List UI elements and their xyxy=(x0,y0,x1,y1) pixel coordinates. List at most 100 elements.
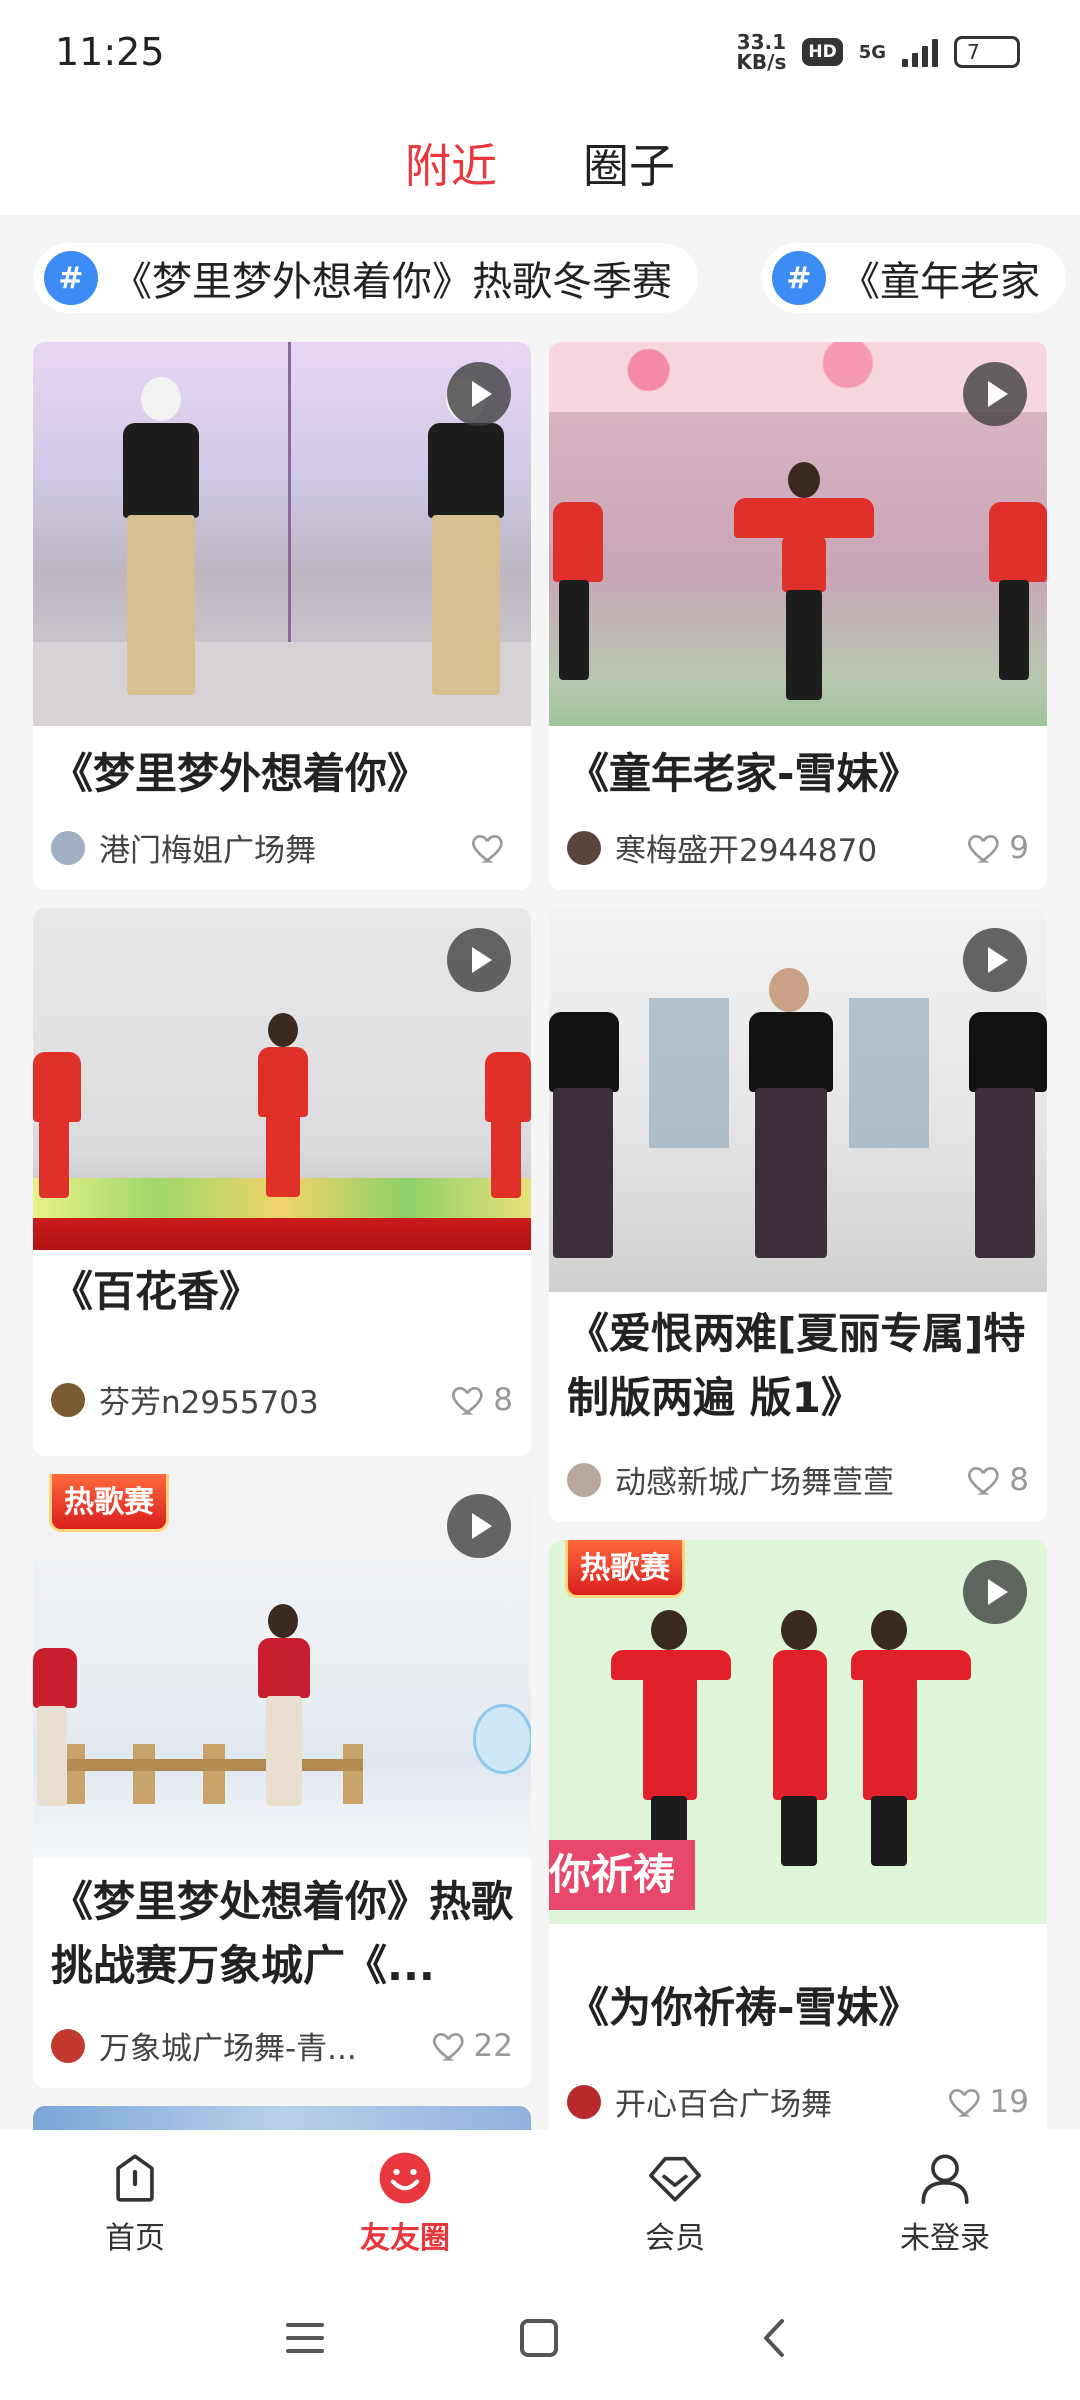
video-title: 《梦里梦处想着你》热歌挑战赛万象城广《... xyxy=(51,1877,514,1990)
avatar xyxy=(567,830,601,865)
topic-chip[interactable]: # 《梦里梦外想着你》热歌冬季赛 xyxy=(34,243,698,313)
avatar xyxy=(51,2028,85,2063)
card-footer: 寒梅盛开2944870 9 xyxy=(567,825,1029,870)
nav-home[interactable]: 首页 xyxy=(0,2130,270,2275)
person-icon xyxy=(921,2153,969,2204)
heart-icon xyxy=(472,834,503,863)
heart-icon xyxy=(968,834,999,863)
video-thumbnail xyxy=(33,342,531,726)
avatar xyxy=(51,830,85,865)
nav-label: 未登录 xyxy=(900,2220,990,2256)
video-card[interactable]: 《童年老家-雪妹》 寒梅盛开2944870 9 xyxy=(549,342,1047,890)
play-icon[interactable] xyxy=(447,928,511,992)
nav-label: 友友圈 xyxy=(360,2220,450,2256)
video-thumbnail: 你祈祷 热歌赛 xyxy=(549,1540,1047,1924)
like-count: 19 xyxy=(989,2083,1029,2120)
topic-label: 《梦里梦外想着你》热歌冬季赛 xyxy=(112,259,672,305)
video-card[interactable]: 《梦里梦外想着你》 港门梅姐广场舞 xyxy=(33,342,531,890)
video-caption-overlay: 你祈祷 xyxy=(549,1840,696,1910)
play-icon[interactable] xyxy=(963,1560,1027,1624)
hot-song-badge: 热歌赛 xyxy=(49,1474,169,1532)
video-title: 《为你祈祷-雪妹》 xyxy=(567,1983,921,2032)
hot-song-badge: 热歌赛 xyxy=(565,1540,685,1598)
card-footer: 开心百合广场舞 19 xyxy=(567,2079,1029,2124)
like-button[interactable]: 8 xyxy=(965,1460,1029,1500)
play-icon[interactable] xyxy=(447,1494,511,1558)
diamond-icon xyxy=(649,2156,701,2202)
nav-label: 会员 xyxy=(645,2220,705,2256)
video-card[interactable]: 热歌赛 《梦里梦处想着你》热歌挑战赛万象城广《... 万象城广场舞-青... 2… xyxy=(33,1474,531,2088)
author-name: 芬芳n2955703 xyxy=(99,1385,319,1421)
heart-icon xyxy=(452,1386,483,1415)
speed-value: 33.1 xyxy=(736,30,787,54)
video-card[interactable]: 《爱恨两难[夏丽专属]特制版两遍 版1》 动感新城广场舞萱萱 8 xyxy=(549,908,1047,1522)
like-count: 22 xyxy=(473,2027,513,2064)
video-thumbnail xyxy=(33,908,531,1250)
status-icons: 33.1 KB/s HD 5G 7 xyxy=(736,32,1020,72)
like-count: 8 xyxy=(493,1381,513,1418)
video-thumbnail xyxy=(549,908,1047,1292)
nav-label: 首页 xyxy=(105,2220,165,2256)
topic-chip[interactable]: # 《童年老家 xyxy=(762,243,1066,313)
like-count: 8 xyxy=(1009,1461,1029,1498)
topic-row: # 《梦里梦外想着你》热歌冬季赛 # 《童年老家 xyxy=(0,215,1080,335)
tab-circle[interactable]: 圈子 xyxy=(583,130,675,196)
bottom-nav: 首页 友友圈 会员 未登录 xyxy=(0,2130,1080,2275)
card-footer: 万象城广场舞-青... 22 xyxy=(51,2023,513,2068)
video-title: 《梦里梦外想着你》 xyxy=(51,749,430,798)
back-icon[interactable] xyxy=(752,2315,798,2361)
like-button[interactable]: 22 xyxy=(430,2026,513,2066)
heart-icon xyxy=(432,2032,464,2061)
avatar xyxy=(567,1462,601,1497)
hashtag-icon: # xyxy=(44,251,98,305)
play-icon[interactable] xyxy=(963,928,1027,992)
status-bar: 11:25 33.1 KB/s HD 5G 7 xyxy=(0,0,1080,110)
status-time: 11:25 xyxy=(55,30,165,74)
heart-icon xyxy=(948,2088,980,2117)
battery-level: 7 xyxy=(967,40,980,64)
avatar xyxy=(567,2084,601,2119)
author-name: 港门梅姐广场舞 xyxy=(99,833,316,869)
home-square-icon[interactable] xyxy=(516,2315,562,2361)
play-icon[interactable] xyxy=(963,362,1027,426)
speed-unit: KB/s xyxy=(736,50,787,74)
network-speed: 33.1 KB/s xyxy=(736,32,786,72)
network-type: 5G xyxy=(858,41,886,63)
like-button[interactable]: 8 xyxy=(449,1380,513,1420)
author-name: 寒梅盛开2944870 xyxy=(615,833,878,869)
video-thumbnail xyxy=(549,342,1047,726)
menu-icon[interactable] xyxy=(282,2315,328,2361)
video-title: 《童年老家-雪妹》 xyxy=(567,749,921,798)
like-button[interactable]: 9 xyxy=(965,828,1029,868)
system-nav-bar xyxy=(0,2275,1080,2400)
author-name: 开心百合广场舞 xyxy=(615,2087,832,2123)
battery-icon: 7 xyxy=(954,36,1020,68)
like-button[interactable]: 19 xyxy=(946,2082,1029,2122)
home-icon xyxy=(116,2153,154,2202)
video-title: 《百花香》 xyxy=(51,1267,262,1316)
avatar xyxy=(51,1382,85,1417)
video-thumbnail: 热歌赛 xyxy=(33,1474,531,1858)
heart-icon xyxy=(968,1466,999,1495)
hashtag-icon: # xyxy=(772,251,826,305)
tab-nearby[interactable]: 附近 xyxy=(405,130,497,196)
card-footer: 港门梅姐广场舞 xyxy=(51,825,513,870)
like-button[interactable] xyxy=(469,828,513,868)
card-footer: 芬芳n2955703 8 xyxy=(51,1377,513,1422)
video-title: 《爱恨两难[夏丽专属]特制版两遍 版1》 xyxy=(567,1309,1026,1422)
card-footer: 动感新城广场舞萱萱 8 xyxy=(567,1457,1029,1502)
signal-icon xyxy=(902,37,938,67)
smiley-icon xyxy=(379,2152,431,2203)
video-card-partial[interactable] xyxy=(33,2106,531,2130)
nav-profile[interactable]: 未登录 xyxy=(810,2130,1080,2275)
like-count: 9 xyxy=(1009,829,1029,866)
video-card[interactable]: 《百花香》 芬芳n2955703 8 xyxy=(33,908,531,1456)
nav-friends-circle[interactable]: 友友圈 xyxy=(270,2130,540,2275)
author-name: 动感新城广场舞萱萱 xyxy=(615,1465,894,1501)
video-card[interactable]: 你祈祷 热歌赛 《为你祈祷-雪妹》 开心百合广场舞 19 xyxy=(549,1540,1047,2130)
play-icon[interactable] xyxy=(447,362,511,426)
topic-label: 《童年老家 xyxy=(840,259,1040,305)
nav-membership[interactable]: 会员 xyxy=(540,2130,810,2275)
author-name: 万象城广场舞-青... xyxy=(99,2031,357,2067)
hd-icon: HD xyxy=(802,38,843,66)
